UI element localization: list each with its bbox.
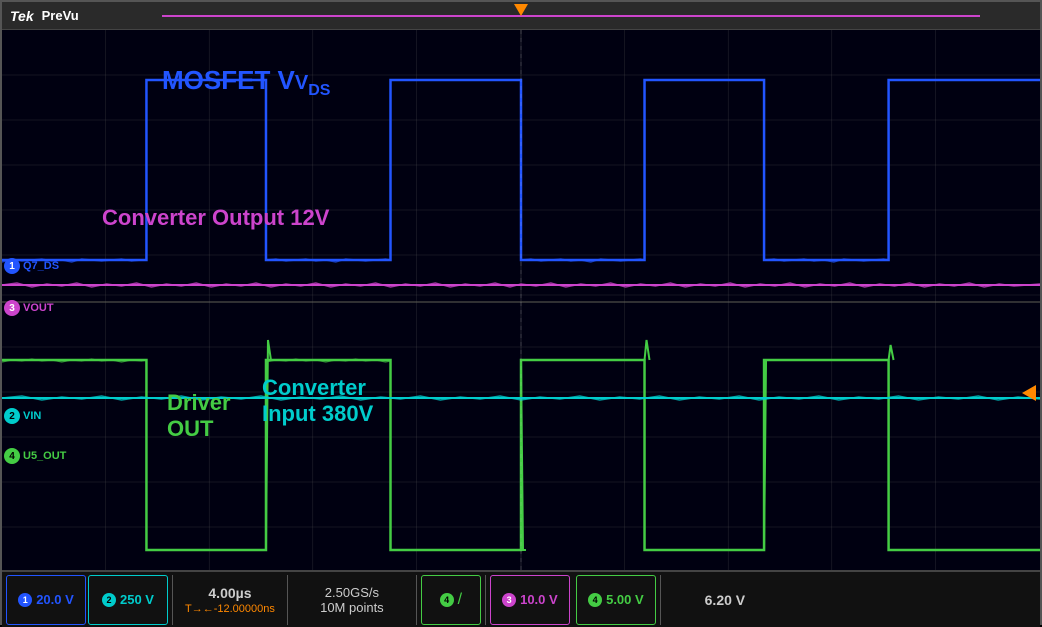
ch3-probe-name: VOUT: [23, 302, 54, 314]
ch4-status-cell: 4 /: [421, 575, 481, 625]
ch3-num: 3: [4, 300, 20, 316]
trigger-marker: [514, 4, 528, 16]
divider-5: [660, 575, 661, 625]
mosfet-label: MOSFET VVDS: [162, 65, 330, 100]
ch3-probe-label: 3 VOUT: [4, 300, 54, 316]
bottom-right-value: 6.20 V: [705, 592, 745, 608]
ch4-scale-num: 4: [588, 593, 602, 607]
ch4-probe-name: U5_OUT: [23, 450, 66, 462]
ch4-num: 4: [4, 448, 20, 464]
ch1-scale: 20.0 V: [36, 592, 74, 607]
converter-input-label: ConverterInput 380V: [262, 375, 373, 428]
time-per-div: 4.00µs: [208, 585, 251, 601]
trigger-offset: T→←-12.00000ns: [185, 603, 275, 615]
ch2-status-num: 2: [102, 593, 116, 607]
divider-3: [416, 575, 417, 625]
ch1-status-num: 1: [18, 593, 32, 607]
top-bar: Tek PreVu: [2, 2, 1040, 30]
ch2-probe-name: VIN: [23, 410, 41, 422]
ch1-probe-name: Q7_DS: [23, 260, 59, 272]
sample-rate-display: 2.50GS/s 10M points: [292, 575, 412, 625]
ch3-scale: 10.0 V: [520, 592, 558, 607]
ch4-scale-cell: 4 5.00 V: [576, 575, 656, 625]
scope-screen: 1 Q7_DS 3 VOUT 2 VIN 4 U5_OUT MOSFET VVD…: [2, 30, 1040, 570]
driver-out-label: DriverOUT: [167, 390, 231, 443]
ch1-num: 1: [4, 258, 20, 274]
sample-rate: 2.50GS/s: [325, 585, 379, 600]
divider-1: [172, 575, 173, 625]
oscilloscope-frame: Tek PreVu: [0, 0, 1042, 625]
ch2-status-cell: 2 250 V: [88, 575, 168, 625]
prevu-label: PreVu: [42, 8, 79, 23]
ch4-scale: 5.00 V: [606, 592, 644, 607]
divider-2: [287, 575, 288, 625]
record-length: 10M points: [320, 600, 384, 615]
timebase-display: 4.00µs T→←-12.00000ns: [177, 575, 283, 625]
converter-output-label: Converter Output 12V: [102, 205, 329, 231]
bottom-right-value-display: 6.20 V: [665, 575, 785, 625]
waveform-display: [2, 30, 1040, 570]
ch3-status-num: 3: [502, 593, 516, 607]
ch4-status-num: 4: [440, 593, 454, 607]
ch2-num: 2: [4, 408, 20, 424]
ch4-indicator-symbol: /: [458, 591, 462, 609]
right-arrow-marker: [1022, 385, 1036, 401]
ch3-status-cell: 3 10.0 V: [490, 575, 570, 625]
ch2-probe-label: 2 VIN: [4, 408, 41, 424]
ch1-probe-label: 1 Q7_DS: [4, 258, 59, 274]
divider-4: [485, 575, 486, 625]
top-bar-line: [162, 15, 980, 17]
ch2-scale: 250 V: [120, 592, 154, 607]
status-bar: 1 20.0 V 2 250 V 4.00µs T→←-12.00000ns 2…: [2, 570, 1040, 627]
ch1-status-cell: 1 20.0 V: [6, 575, 86, 625]
ch4-probe-label: 4 U5_OUT: [4, 448, 66, 464]
tek-logo: Tek: [2, 8, 42, 24]
